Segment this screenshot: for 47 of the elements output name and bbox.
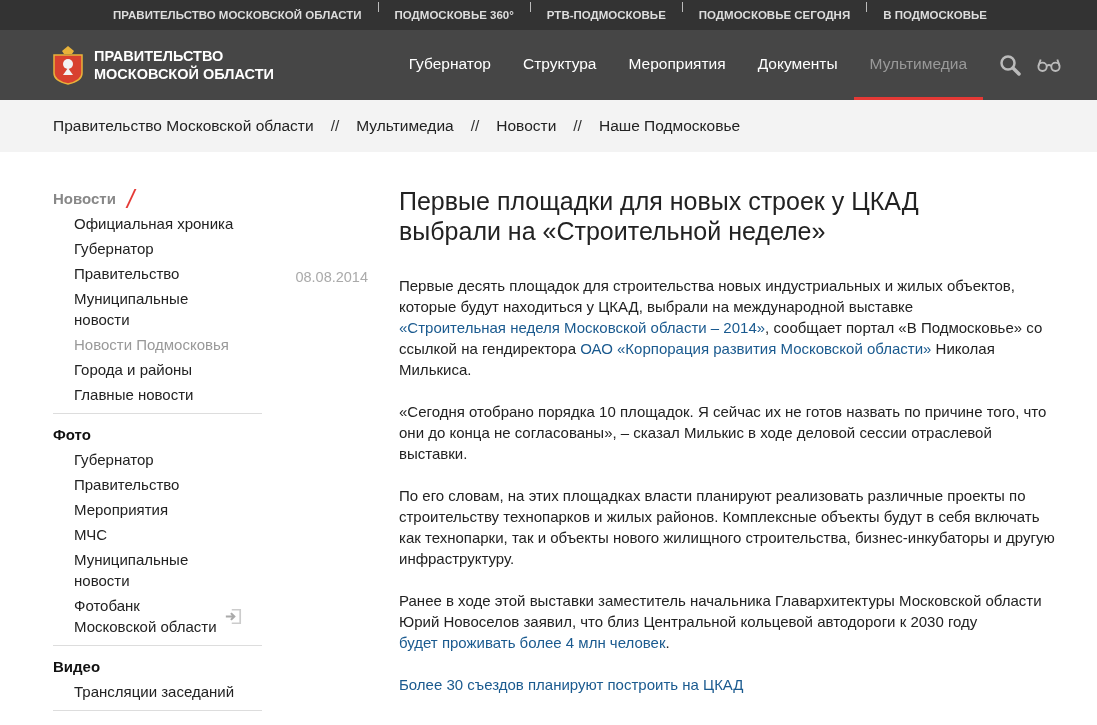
- sidebar-item[interactable]: Муниципальные новости: [74, 286, 242, 332]
- breadcrumb-link[interactable]: Мультимедиа: [356, 117, 454, 135]
- sidebar-item[interactable]: Города и районы: [74, 357, 242, 382]
- breadcrumb-separator: //: [329, 117, 341, 135]
- sidebar-item[interactable]: Мероприятия: [74, 497, 242, 522]
- breadcrumb-separator: //: [572, 117, 583, 135]
- breadcrumb-link[interactable]: Новости: [496, 117, 557, 135]
- article-paragraph: По его словам, на этих площадках власти планируют реализовать различные проекты по строительству технопарков и жилых районов. Комплексные объекты будут в себя включать как технопарки, так и объекты нового жилищного строительства, бизнес-инкубаторы и другую инфраструктуру.: [399, 486, 1056, 569]
- sidebar-item[interactable]: МЧС: [74, 522, 242, 547]
- top-link[interactable]: ПОДМОСКОВЬЕ СЕГОДНЯ: [682, 9, 867, 21]
- sidebar-item[interactable]: Правительство: [74, 261, 242, 286]
- top-link[interactable]: ПРАВИТЕЛЬСТВО МОСКОВСКОЙ ОБЛАСТИ: [97, 9, 378, 21]
- sidebar-item[interactable]: Главные новости: [74, 382, 242, 407]
- nav-item[interactable]: Документы: [741, 30, 854, 100]
- sidebar-item[interactable]: Губернатор: [74, 236, 242, 261]
- breadcrumb-link[interactable]: Правительство Московской области: [53, 117, 314, 135]
- sidebar-item[interactable]: Фотобанк Московской области: [74, 593, 226, 639]
- sidebar-item[interactable]: Правительство: [74, 472, 242, 497]
- top-link[interactable]: РТВ-ПОДМОСКОВЬЕ: [530, 9, 682, 21]
- article-link[interactable]: «Строительная неделя Московской области – 2014»: [399, 319, 766, 336]
- nav-item[interactable]: Структура: [506, 30, 613, 100]
- sidebar-item[interactable]: Муниципальные новости: [74, 547, 242, 593]
- article-paragraph: Первые десять площадок для строительства новых индустриальных и жилых объектов, которые будут находиться у ЦКАД, выбрали на международной выставке «Строительная неделя Московской области – 2014», сообщает портал «В Подмосковье» со ссылкой на гендиректора ОАО «Корпорация развития Московской области» Николая Милькиса.: [399, 276, 1044, 380]
- breadcrumb-separator: //: [469, 117, 481, 135]
- sidebar-section-title[interactable]: Видео: [53, 658, 101, 675]
- sidebar-section-title[interactable]: Новости: [53, 190, 116, 207]
- search-icon[interactable]: [999, 54, 1021, 76]
- article-paragraph: Ранее в ходе этой выставки заместитель начальника Главархитектуры Московской области Юрий Новоселов заявил, что близ Центральной кольцевой автодороги к 2030 году будет проживать более 4 млн человек.: [399, 591, 1043, 653]
- top-link[interactable]: В ПОДМОСКОВЬЕ: [867, 9, 1003, 21]
- coat-of-arms-icon[interactable]: [52, 45, 84, 85]
- sidebar-item[interactable]: Губернатор: [74, 447, 242, 472]
- article-link[interactable]: ОАО «Корпорация развития Московской области»: [580, 340, 932, 357]
- logo-text[interactable]: МОСКОВСКОЙ ОБЛАСТИ: [94, 65, 274, 83]
- logo-text[interactable]: ПРАВИТЕЛЬСТВО: [94, 47, 274, 65]
- nav-item[interactable]: Губернатор: [392, 30, 507, 100]
- article-paragraph: «Сегодня отобрано порядка 10 площадок. Я сейчас их не готов назвать по причине того, что они до конца не согласованы», – сказал Милькис в ходе деловой сессии отраслевой выставки.: [399, 402, 1048, 464]
- sidebar-item[interactable]: Официальная хроника: [74, 211, 242, 236]
- article-link[interactable]: Более 30 съездов планируют построить на ЦКАД: [399, 676, 744, 693]
- breadcrumb-link[interactable]: Наше Подмосковье: [598, 117, 741, 135]
- article-title: Первые площадки для новых строек у ЦКАД выбрали на «Строительной неделе»: [399, 186, 920, 246]
- article-link[interactable]: будет проживать более 4 млн человек: [399, 634, 666, 651]
- sidebar-section-title[interactable]: Фото: [53, 426, 91, 443]
- sidebar-item[interactable]: Трансляции заседаний: [74, 679, 242, 704]
- glasses-icon[interactable]: [1037, 57, 1061, 73]
- article-date: 08.08.2014: [295, 269, 368, 285]
- top-link[interactable]: ПОДМОСКОВЬЕ 360°: [378, 9, 530, 21]
- nav-item[interactable]: Мероприятия: [612, 30, 742, 100]
